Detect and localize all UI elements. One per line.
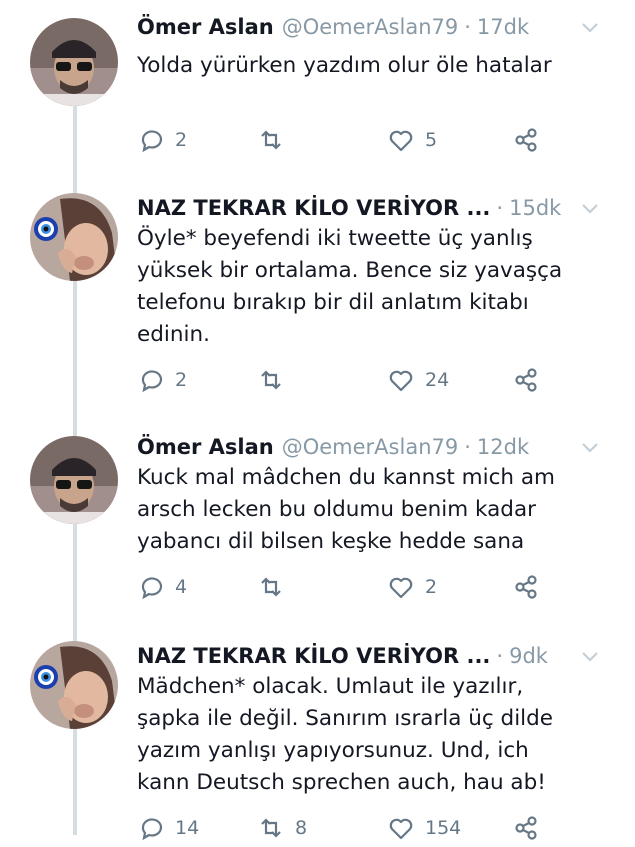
share-button[interactable] [512, 814, 540, 842]
like-button[interactable]: 5 [387, 126, 437, 154]
tweet-text: Yolda yürürken yazdım olur öle hatalar [137, 53, 552, 78]
tweet[interactable]: Ömer Aslan @OemerAslan79 · 17dk Yolda yü… [0, 12, 635, 162]
avatar-man-image [30, 18, 118, 106]
display-name[interactable]: Ömer Aslan [137, 435, 274, 459]
avatar-woman-image [30, 641, 118, 729]
timestamp[interactable]: 17dk [477, 15, 529, 39]
tweet[interactable]: NAZ TEKRAR KİLO VERİYOR ... · 15dk Öyle*… [0, 193, 635, 413]
share-button[interactable] [512, 126, 540, 154]
avatar[interactable] [30, 641, 118, 729]
share-button[interactable] [512, 366, 540, 394]
heart-icon [389, 130, 413, 152]
reply-button[interactable]: 2 [137, 366, 187, 394]
reply-icon [141, 370, 163, 393]
reply-count: 2 [175, 129, 188, 151]
reply-icon [141, 130, 163, 153]
chevron-down-icon[interactable] [579, 197, 601, 219]
retweet-button[interactable]: 8 [257, 814, 307, 842]
reply-count: 4 [175, 576, 188, 598]
avatar[interactable] [30, 193, 118, 281]
reply-icon [141, 577, 163, 600]
reply-button[interactable]: 2 [137, 126, 187, 154]
share-icon [515, 368, 537, 392]
timestamp[interactable]: 15dk [509, 196, 561, 220]
separator-dot: · [464, 15, 471, 39]
retweet-button[interactable] [257, 126, 295, 154]
separator-dot: · [464, 435, 471, 459]
tweet-text: Kuck mal mâdchen du kannst mich am arsch… [137, 465, 555, 554]
display-name[interactable]: Ömer Aslan [137, 15, 274, 39]
tweet[interactable]: Ömer Aslan @OemerAslan79 · 12dk Kuck mal… [0, 432, 635, 622]
like-button[interactable]: 154 [387, 814, 461, 842]
avatar[interactable] [30, 436, 118, 524]
avatar[interactable] [30, 18, 118, 106]
reply-button[interactable]: 4 [137, 573, 187, 601]
share-button[interactable] [512, 573, 540, 601]
retweet-icon [261, 577, 281, 597]
reply-count: 2 [175, 369, 188, 391]
like-count: 24 [425, 369, 450, 391]
reply-icon [141, 818, 163, 841]
retweet-icon [261, 818, 281, 838]
heart-icon [389, 370, 413, 392]
retweet-button[interactable] [257, 573, 295, 601]
retweet-button[interactable] [257, 366, 295, 394]
heart-icon [389, 818, 413, 840]
chevron-down-icon[interactable] [579, 645, 601, 667]
like-button[interactable]: 24 [387, 366, 449, 394]
chevron-down-icon[interactable] [579, 436, 601, 458]
user-handle[interactable]: @OemerAslan79 [282, 15, 459, 39]
reply-count: 14 [175, 817, 200, 839]
tweet-text: Mädchen* olacak. Umlaut ile yazılır, şap… [137, 674, 554, 795]
avatar-woman-image [30, 193, 118, 281]
like-count: 5 [425, 129, 438, 151]
timestamp[interactable]: 12dk [477, 435, 529, 459]
share-icon [515, 128, 537, 152]
like-count: 2 [425, 576, 438, 598]
share-icon [515, 816, 537, 840]
like-button[interactable]: 2 [387, 573, 437, 601]
display-name[interactable]: NAZ TEKRAR KİLO VERİYOR ... [137, 644, 490, 668]
chevron-down-icon[interactable] [579, 16, 601, 38]
like-count: 154 [425, 817, 462, 839]
tweet[interactable]: NAZ TEKRAR KİLO VERİYOR ... · 9dk Mädche… [0, 641, 635, 847]
share-icon [515, 575, 537, 599]
heart-icon [389, 577, 413, 599]
tweet-text: Öyle* beyefendi iki tweette üç yanlış yü… [137, 226, 563, 347]
retweet-icon [261, 130, 281, 150]
separator-dot: · [496, 196, 504, 220]
display-name[interactable]: NAZ TEKRAR KİLO VERİYOR ... [137, 196, 490, 220]
retweet-count: 8 [295, 817, 308, 839]
reply-button[interactable]: 14 [137, 814, 199, 842]
user-handle[interactable]: @OemerAslan79 [282, 435, 459, 459]
timestamp[interactable]: 9dk [509, 644, 548, 668]
avatar-man-image [30, 436, 118, 524]
retweet-icon [261, 370, 281, 390]
separator-dot: · [496, 644, 504, 668]
